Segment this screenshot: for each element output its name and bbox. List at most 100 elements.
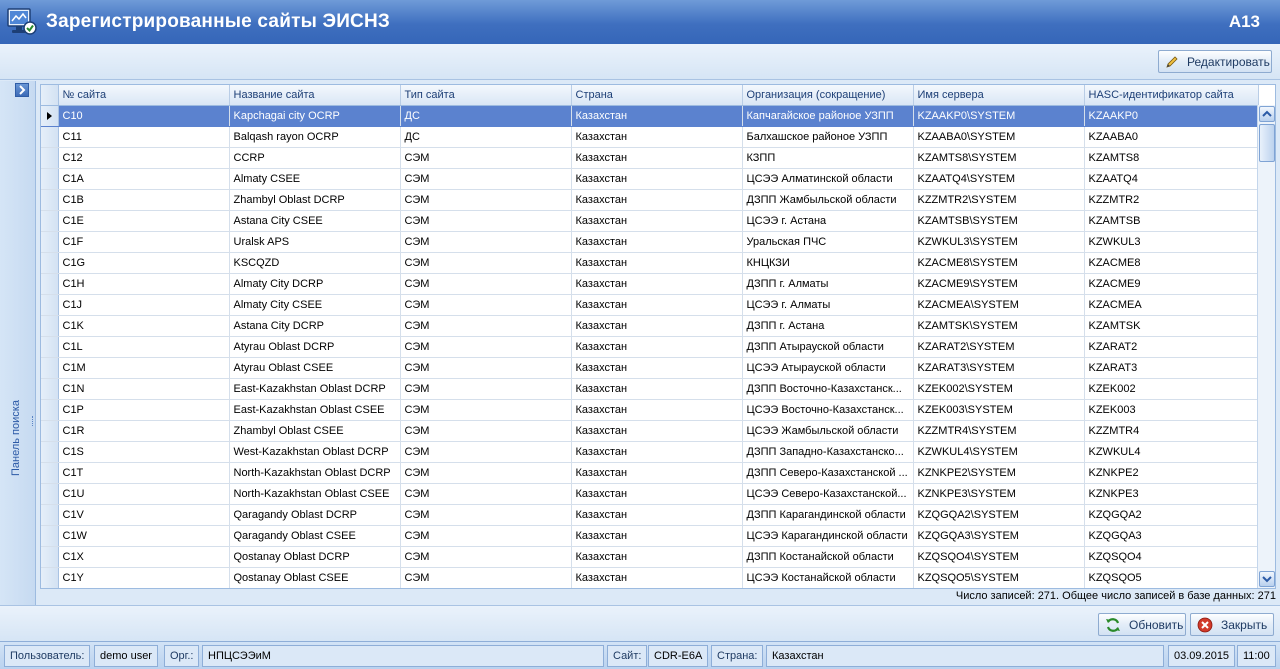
table-cell[interactable]: Qaragandy Oblast DCRP [229, 504, 401, 526]
table-row[interactable]: C1L Atyrau Oblast DCRP СЭМ Казахстан ДЗПП Ат… [41, 336, 1259, 358]
column-header[interactable]: Имя сервера [913, 85, 1085, 106]
row-indicator[interactable] [41, 462, 59, 484]
table-cell[interactable]: KZZMTR2 [1084, 189, 1259, 211]
table-cell[interactable]: East-Kazakhstan Oblast CSEE [229, 399, 401, 421]
table-cell[interactable]: ЦСЭЭ г. Алматы [742, 294, 914, 316]
table-cell[interactable]: KZQGQA3\SYSTEM [913, 525, 1085, 547]
table-cell[interactable]: KZARAT2\SYSTEM [913, 336, 1085, 358]
table-cell[interactable]: KSCQZD [229, 252, 401, 274]
table-row[interactable]: C11 Balqash rayon OCRP ДС Казахстан Балхашск… [41, 126, 1259, 148]
table-cell[interactable]: KZWKUL4 [1084, 441, 1259, 463]
row-indicator[interactable] [41, 294, 59, 316]
table-cell[interactable]: C1J [58, 294, 230, 316]
column-header[interactable]: HASC-идентификатор сайта [1084, 85, 1259, 106]
close-button[interactable]: Закрыть [1190, 613, 1274, 636]
table-cell[interactable]: Qostanay Oblast CSEE [229, 567, 401, 588]
table-cell[interactable]: Казахстан [571, 378, 743, 400]
table-cell[interactable]: Atyrau Oblast DCRP [229, 336, 401, 358]
row-indicator[interactable] [41, 147, 59, 169]
table-cell[interactable]: ДС [400, 126, 572, 148]
table-cell[interactable]: KZEK002 [1084, 378, 1259, 400]
table-cell[interactable]: KZAMTS8\SYSTEM [913, 147, 1085, 169]
row-indicator[interactable] [41, 567, 59, 588]
row-indicator[interactable] [41, 126, 59, 148]
table-row[interactable]: C1M Atyrau Oblast CSEE СЭМ Казахстан ЦСЭЭ Ат… [41, 357, 1259, 379]
table-cell[interactable]: C1A [58, 168, 230, 190]
table-cell[interactable]: ДЗПП Жамбыльской области [742, 189, 914, 211]
table-cell[interactable]: Almaty City CSEE [229, 294, 401, 316]
table-cell[interactable]: Казахстан [571, 441, 743, 463]
table-cell[interactable]: СЭМ [400, 525, 572, 547]
table-cell[interactable]: СЭМ [400, 441, 572, 463]
table-cell[interactable]: Казахстан [571, 315, 743, 337]
table-cell[interactable]: KZEK003\SYSTEM [913, 399, 1085, 421]
table-cell[interactable]: Балхашское районое УЗПП [742, 126, 914, 148]
table-cell[interactable]: Казахстан [571, 189, 743, 211]
column-header[interactable]: № сайта [58, 85, 230, 106]
table-cell[interactable]: СЭМ [400, 315, 572, 337]
table-cell[interactable]: Zhambyl Oblast DCRP [229, 189, 401, 211]
table-cell[interactable]: ДЗПП г. Астана [742, 315, 914, 337]
table-cell[interactable]: KZAMTSK [1084, 315, 1259, 337]
table-row[interactable]: C12 CCRP СЭМ Казахстан КЗПП KZAMTS8\SYSTEM KZA… [41, 147, 1259, 169]
table-cell[interactable]: KZQGQA3 [1084, 525, 1259, 547]
table-cell[interactable]: Казахстан [571, 420, 743, 442]
table-cell[interactable]: СЭМ [400, 483, 572, 505]
table-cell[interactable]: Qaragandy Oblast CSEE [229, 525, 401, 547]
table-row[interactable]: C1W Qaragandy Oblast CSEE СЭМ Казахстан ЦСЭЭ… [41, 525, 1259, 547]
row-indicator[interactable] [41, 231, 59, 253]
table-cell[interactable]: KZAMTSK\SYSTEM [913, 315, 1085, 337]
table-row[interactable]: C1H Almaty City DCRP СЭМ Казахстан ДЗПП г. А… [41, 273, 1259, 295]
table-cell[interactable]: Astana City DCRP [229, 315, 401, 337]
table-cell[interactable]: Уральская ПЧС [742, 231, 914, 253]
table-row[interactable]: C1G KSCQZD СЭМ Казахстан КНЦКЗИ KZACME8\SYSTE… [41, 252, 1259, 274]
table-cell[interactable]: North-Kazakhstan Oblast DCRP [229, 462, 401, 484]
table-cell[interactable]: Казахстан [571, 504, 743, 526]
row-indicator[interactable] [41, 399, 59, 421]
table-cell[interactable]: C1R [58, 420, 230, 442]
column-header[interactable]: Тип сайта [400, 85, 572, 106]
scroll-up-button[interactable] [1259, 106, 1275, 122]
table-cell[interactable]: Balqash rayon OCRP [229, 126, 401, 148]
table-cell[interactable]: KZACMEA\SYSTEM [913, 294, 1085, 316]
search-panel[interactable]: Панель поиска [0, 81, 36, 605]
table-cell[interactable]: ЦСЭЭ Жамбыльской области [742, 420, 914, 442]
table-cell[interactable]: KZZMTR4\SYSTEM [913, 420, 1085, 442]
table-cell[interactable]: C1X [58, 546, 230, 568]
table-cell[interactable]: C1E [58, 210, 230, 232]
table-cell[interactable]: KZNKPE2 [1084, 462, 1259, 484]
table-cell[interactable]: Казахстан [571, 294, 743, 316]
table-cell[interactable]: KZWKUL3\SYSTEM [913, 231, 1085, 253]
table-cell[interactable]: C1T [58, 462, 230, 484]
table-row[interactable]: C1X Qostanay Oblast DCRP СЭМ Казахстан ДЗПП … [41, 546, 1259, 568]
table-cell[interactable]: KZAATQ4 [1084, 168, 1259, 190]
row-indicator[interactable] [41, 189, 59, 211]
row-indicator[interactable] [41, 483, 59, 505]
table-cell[interactable]: Uralsk APS [229, 231, 401, 253]
table-cell[interactable]: C1N [58, 378, 230, 400]
scroll-down-button[interactable] [1259, 571, 1275, 587]
table-cell[interactable]: KZACME9 [1084, 273, 1259, 295]
table-cell[interactable]: KZQGQA2\SYSTEM [913, 504, 1085, 526]
row-indicator[interactable] [41, 168, 59, 190]
splitter-grip[interactable] [32, 416, 35, 426]
column-header[interactable]: Страна [571, 85, 743, 106]
table-cell[interactable]: ЦСЭЭ г. Астана [742, 210, 914, 232]
table-cell[interactable]: СЭМ [400, 231, 572, 253]
table-cell[interactable]: KZAMTSB\SYSTEM [913, 210, 1085, 232]
table-row[interactable]: C1U North-Kazakhstan Oblast CSEE СЭМ Казахс… [41, 483, 1259, 505]
table-cell[interactable]: ЦСЭЭ Атырауской области [742, 357, 914, 379]
table-cell[interactable]: KZARAT3\SYSTEM [913, 357, 1085, 379]
table-cell[interactable]: KZAMTSB [1084, 210, 1259, 232]
row-indicator[interactable] [41, 441, 59, 463]
table-cell[interactable]: Казахстан [571, 231, 743, 253]
table-cell[interactable]: KZARAT2 [1084, 336, 1259, 358]
column-header[interactable]: Название сайта [229, 85, 401, 106]
table-cell[interactable]: KZACME8\SYSTEM [913, 252, 1085, 274]
table-cell[interactable]: East-Kazakhstan Oblast DCRP [229, 378, 401, 400]
table-cell[interactable]: CCRP [229, 147, 401, 169]
table-cell[interactable]: ДЗПП Карагандинской области [742, 504, 914, 526]
table-cell[interactable]: C11 [58, 126, 230, 148]
table-cell[interactable]: C1K [58, 315, 230, 337]
table-cell[interactable]: KZACME9\SYSTEM [913, 273, 1085, 295]
